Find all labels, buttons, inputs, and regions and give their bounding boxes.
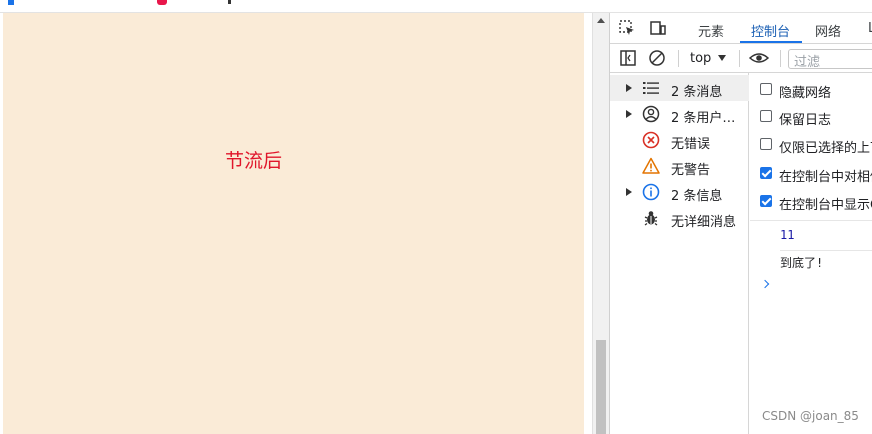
browser-top-strip — [0, 0, 872, 13]
chevron-down-icon[interactable] — [718, 55, 726, 61]
page-scrollbar[interactable] — [592, 13, 609, 434]
browser-tab-fragment — [228, 0, 231, 4]
setting-label: 仅限已选择的上下文 — [779, 141, 872, 156]
message-divider — [780, 250, 872, 251]
scrollbar-thumb[interactable] — [596, 340, 606, 434]
sidebar-item-label: 2 条用户消息 — [671, 111, 747, 126]
checkbox-checked[interactable] — [760, 167, 772, 179]
devtools-tabs-bar: 元素 控制台 网络 L — [610, 13, 872, 44]
setting-selected-context-only[interactable]: 仅限已选择的上下文 — [750, 130, 872, 156]
sidebar-item-warnings[interactable]: 无警告 — [610, 153, 749, 179]
log-repeat-count: 11 — [780, 228, 795, 242]
console-sidebar: 2 条消息 2 条用户消息 无错误 无警告 2 条信息 无详细消息 — [610, 73, 749, 434]
toolbar-divider — [780, 50, 781, 67]
page-content: 节流后 — [3, 13, 584, 434]
expand-arrow-icon[interactable] — [626, 188, 632, 196]
setting-label: 在控制台中对相似消息进行分组 — [779, 170, 872, 185]
inspect-element-icon[interactable] — [618, 19, 636, 37]
browser-tab-fragment — [157, 0, 167, 5]
expand-arrow-icon[interactable] — [626, 84, 632, 92]
user-icon — [642, 105, 660, 123]
sidebar-item-user-messages[interactable]: 2 条用户消息 — [610, 101, 749, 127]
setting-hide-network[interactable]: 隐藏网络 — [750, 75, 872, 101]
warning-icon — [642, 157, 660, 174]
console-prompt-icon[interactable] — [760, 279, 770, 289]
sidebar-toggle-icon[interactable] — [619, 49, 637, 67]
checkbox[interactable] — [760, 110, 772, 122]
checkbox[interactable] — [760, 138, 772, 150]
error-icon — [642, 131, 660, 149]
context-selector[interactable]: top — [690, 51, 711, 66]
info-icon — [642, 183, 660, 201]
device-toolbar-icon[interactable] — [649, 19, 667, 37]
sidebar-item-info[interactable]: 2 条信息 — [610, 179, 749, 205]
sidebar-item-errors[interactable]: 无错误 — [610, 127, 749, 153]
list-icon — [643, 82, 659, 94]
tab-overflow[interactable]: L — [868, 21, 872, 36]
checkbox[interactable] — [760, 83, 772, 95]
console-message: 到底了! — [780, 256, 824, 270]
sidebar-item-verbose[interactable]: 无详细消息 — [610, 205, 749, 231]
checkbox-checked[interactable] — [760, 195, 772, 207]
console-output: 11 到底了! CSDN @joan_85 — [750, 220, 872, 434]
setting-label: 保留日志 — [779, 113, 832, 128]
sidebar-item-label: 2 条信息 — [671, 189, 723, 204]
active-tab-indicator — [740, 41, 802, 43]
toolbar-divider — [678, 50, 679, 67]
filter-input[interactable]: 过滤 — [788, 49, 872, 70]
sidebar-item-label: 无警告 — [671, 163, 711, 178]
devtools-panel: 元素 控制台 网络 L top 过滤 — [609, 13, 872, 434]
sidebar-item-label: 无错误 — [671, 137, 711, 152]
sidebar-item-label: 无详细消息 — [671, 215, 737, 230]
setting-label: 在控制台中显示CORS错误 — [779, 198, 872, 213]
console-settings: 隐藏网络 保留日志 仅限已选择的上下文 在控制台中对相似消息进行分组 在控制台中… — [750, 73, 872, 220]
tab-console[interactable]: 控制台 — [751, 21, 790, 40]
sidebar-item-messages[interactable]: 2 条消息 — [610, 75, 749, 101]
console-toolbar: top 过滤 — [610, 44, 872, 73]
setting-preserve-log[interactable]: 保留日志 — [750, 102, 872, 128]
tab-elements[interactable]: 元素 — [698, 21, 724, 40]
browser-tab-fragment — [8, 0, 14, 5]
page-viewport: 节流后 — [0, 13, 592, 434]
clear-console-icon[interactable] — [648, 49, 666, 67]
scroll-up-arrow-icon[interactable] — [597, 18, 605, 23]
page-body-text: 节流后 — [225, 150, 283, 172]
toolbar-divider — [739, 50, 740, 67]
expand-arrow-icon[interactable] — [626, 110, 632, 118]
bug-icon — [644, 211, 658, 226]
setting-show-cors-errors[interactable]: 在控制台中显示CORS错误 — [750, 187, 872, 213]
watermark: CSDN @joan_85 — [762, 409, 859, 423]
setting-group-similar[interactable]: 在控制台中对相似消息进行分组 — [750, 159, 872, 185]
sidebar-item-label: 2 条消息 — [671, 85, 723, 100]
eye-icon[interactable] — [749, 49, 769, 67]
tab-network[interactable]: 网络 — [815, 21, 841, 40]
setting-label: 隐藏网络 — [779, 86, 832, 101]
